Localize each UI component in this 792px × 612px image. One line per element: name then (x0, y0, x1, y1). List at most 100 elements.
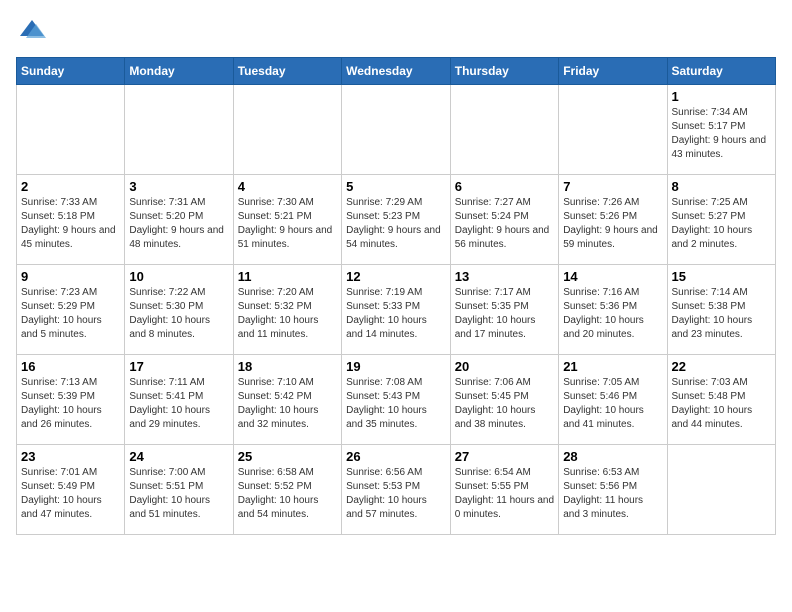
calendar-cell: 8 Sunrise: 7:25 AM Sunset: 5:27 PM Daylig… (667, 175, 776, 265)
day-info: Sunrise: 7:30 AM Sunset: 5:21 PM Dayligh… (238, 196, 337, 252)
day-number: 17 (129, 359, 228, 374)
day-number: 19 (346, 359, 446, 374)
day-info: Sunrise: 7:22 AM Sunset: 5:30 PM Dayligh… (129, 286, 228, 342)
day-number: 10 (129, 269, 228, 284)
day-info: Sunrise: 7:11 AM Sunset: 5:41 PM Dayligh… (129, 376, 228, 432)
day-number: 3 (129, 179, 228, 194)
day-info: Sunrise: 7:14 AM Sunset: 5:38 PM Dayligh… (672, 286, 772, 342)
day-info: Sunrise: 7:16 AM Sunset: 5:36 PM Dayligh… (563, 286, 662, 342)
calendar-week-5: 23 Sunrise: 7:01 AM Sunset: 5:49 PM Dayli… (17, 445, 776, 535)
day-number: 4 (238, 179, 337, 194)
day-number: 15 (672, 269, 772, 284)
column-header-monday: Monday (125, 58, 233, 85)
day-info: Sunrise: 7:05 AM Sunset: 5:46 PM Dayligh… (563, 376, 662, 432)
calendar-cell: 28Sunrise: 6:53 AM Sunset: 5:56 PM Dayli… (559, 445, 667, 535)
day-number: 16 (21, 359, 120, 374)
calendar-cell: 25 Sunrise: 6:58 AM Sunset: 5:52 PM Dayli… (233, 445, 341, 535)
day-number: 1 (672, 89, 772, 104)
day-number: 5 (346, 179, 446, 194)
day-info: Sunrise: 7:13 AM Sunset: 5:39 PM Dayligh… (21, 376, 120, 432)
calendar-cell (450, 85, 558, 175)
day-info: Sunrise: 7:26 AM Sunset: 5:26 PM Dayligh… (563, 196, 662, 252)
day-number: 23 (21, 449, 120, 464)
day-info: Sunrise: 7:33 AM Sunset: 5:18 PM Dayligh… (21, 196, 120, 252)
day-number: 25 (238, 449, 337, 464)
day-info: Sunrise: 7:23 AM Sunset: 5:29 PM Dayligh… (21, 286, 120, 342)
calendar-cell: 14 Sunrise: 7:16 AM Sunset: 5:36 PM Dayli… (559, 265, 667, 355)
calendar-cell: 27 Sunrise: 6:54 AM Sunset: 5:55 PM Dayli… (450, 445, 558, 535)
day-info: Sunrise: 7:01 AM Sunset: 5:49 PM Dayligh… (21, 466, 120, 522)
day-number: 26 (346, 449, 446, 464)
calendar-cell (559, 85, 667, 175)
calendar-week-1: 1 Sunrise: 7:34 AM Sunset: 5:17 PM Daylig… (17, 85, 776, 175)
calendar-cell: 24Sunrise: 7:00 AM Sunset: 5:51 PM Dayli… (125, 445, 233, 535)
day-number: 27 (455, 449, 554, 464)
day-number: 13 (455, 269, 554, 284)
calendar-cell: 12 Sunrise: 7:19 AM Sunset: 5:33 PM Dayli… (342, 265, 451, 355)
day-info: Sunrise: 6:56 AM Sunset: 5:53 PM Dayligh… (346, 466, 446, 522)
calendar-cell: 5 Sunrise: 7:29 AM Sunset: 5:23 PM Daylig… (342, 175, 451, 265)
calendar-header-row: SundayMondayTuesdayWednesdayThursdayFrid… (17, 58, 776, 85)
calendar-cell: 2 Sunrise: 7:33 AM Sunset: 5:18 PM Daylig… (17, 175, 125, 265)
day-info: Sunrise: 7:17 AM Sunset: 5:35 PM Dayligh… (455, 286, 554, 342)
day-info: Sunrise: 7:25 AM Sunset: 5:27 PM Dayligh… (672, 196, 772, 252)
calendar-cell (17, 85, 125, 175)
day-number: 9 (21, 269, 120, 284)
day-info: Sunrise: 7:34 AM Sunset: 5:17 PM Dayligh… (672, 106, 772, 162)
day-number: 21 (563, 359, 662, 374)
calendar-cell: 15 Sunrise: 7:14 AM Sunset: 5:38 PM Dayli… (667, 265, 776, 355)
day-info: Sunrise: 7:20 AM Sunset: 5:32 PM Dayligh… (238, 286, 337, 342)
calendar-cell: 11 Sunrise: 7:20 AM Sunset: 5:32 PM Dayli… (233, 265, 341, 355)
calendar-cell: 3 Sunrise: 7:31 AM Sunset: 5:20 PM Daylig… (125, 175, 233, 265)
day-number: 7 (563, 179, 662, 194)
calendar-cell (342, 85, 451, 175)
day-number: 28 (563, 449, 662, 464)
day-info: Sunrise: 7:06 AM Sunset: 5:45 PM Dayligh… (455, 376, 554, 432)
day-info: Sunrise: 7:10 AM Sunset: 5:42 PM Dayligh… (238, 376, 337, 432)
column-header-sunday: Sunday (17, 58, 125, 85)
day-number: 18 (238, 359, 337, 374)
calendar-cell: 22 Sunrise: 7:03 AM Sunset: 5:48 PM Dayli… (667, 355, 776, 445)
calendar-cell: 16 Sunrise: 7:13 AM Sunset: 5:39 PM Dayli… (17, 355, 125, 445)
day-number: 2 (21, 179, 120, 194)
calendar-cell: 19 Sunrise: 7:08 AM Sunset: 5:43 PM Dayli… (342, 355, 451, 445)
calendar-table: SundayMondayTuesdayWednesdayThursdayFrid… (16, 57, 776, 535)
logo-icon (18, 16, 46, 44)
day-info: Sunrise: 7:08 AM Sunset: 5:43 PM Dayligh… (346, 376, 446, 432)
calendar-cell: 1 Sunrise: 7:34 AM Sunset: 5:17 PM Daylig… (667, 85, 776, 175)
day-info: Sunrise: 7:29 AM Sunset: 5:23 PM Dayligh… (346, 196, 446, 252)
column-header-friday: Friday (559, 58, 667, 85)
calendar-cell: 7 Sunrise: 7:26 AM Sunset: 5:26 PM Daylig… (559, 175, 667, 265)
day-info: Sunrise: 7:03 AM Sunset: 5:48 PM Dayligh… (672, 376, 772, 432)
calendar-cell: 21 Sunrise: 7:05 AM Sunset: 5:46 PM Dayli… (559, 355, 667, 445)
calendar-cell: 10 Sunrise: 7:22 AM Sunset: 5:30 PM Dayli… (125, 265, 233, 355)
day-number: 6 (455, 179, 554, 194)
column-header-saturday: Saturday (667, 58, 776, 85)
day-number: 11 (238, 269, 337, 284)
calendar-cell: 6Sunrise: 7:27 AM Sunset: 5:24 PM Daylig… (450, 175, 558, 265)
calendar-cell: 9 Sunrise: 7:23 AM Sunset: 5:29 PM Daylig… (17, 265, 125, 355)
calendar-cell (233, 85, 341, 175)
calendar-cell (125, 85, 233, 175)
calendar-cell: 26 Sunrise: 6:56 AM Sunset: 5:53 PM Dayli… (342, 445, 451, 535)
day-number: 8 (672, 179, 772, 194)
day-number: 14 (563, 269, 662, 284)
calendar-cell: 23 Sunrise: 7:01 AM Sunset: 5:49 PM Dayli… (17, 445, 125, 535)
column-header-tuesday: Tuesday (233, 58, 341, 85)
calendar-cell: 13 Sunrise: 7:17 AM Sunset: 5:35 PM Dayli… (450, 265, 558, 355)
page-header (16, 16, 776, 49)
day-number: 22 (672, 359, 772, 374)
logo (16, 16, 46, 49)
day-info: Sunrise: 6:58 AM Sunset: 5:52 PM Dayligh… (238, 466, 337, 522)
day-info: Sunrise: 6:54 AM Sunset: 5:55 PM Dayligh… (455, 466, 554, 522)
day-number: 12 (346, 269, 446, 284)
day-info: Sunrise: 7:00 AM Sunset: 5:51 PM Dayligh… (129, 466, 228, 522)
calendar-cell: 17 Sunrise: 7:11 AM Sunset: 5:41 PM Dayli… (125, 355, 233, 445)
day-info: Sunrise: 7:19 AM Sunset: 5:33 PM Dayligh… (346, 286, 446, 342)
day-number: 20 (455, 359, 554, 374)
column-header-thursday: Thursday (450, 58, 558, 85)
calendar-cell: 18 Sunrise: 7:10 AM Sunset: 5:42 PM Dayli… (233, 355, 341, 445)
column-header-wednesday: Wednesday (342, 58, 451, 85)
calendar-cell (667, 445, 776, 535)
day-info: Sunrise: 7:31 AM Sunset: 5:20 PM Dayligh… (129, 196, 228, 252)
